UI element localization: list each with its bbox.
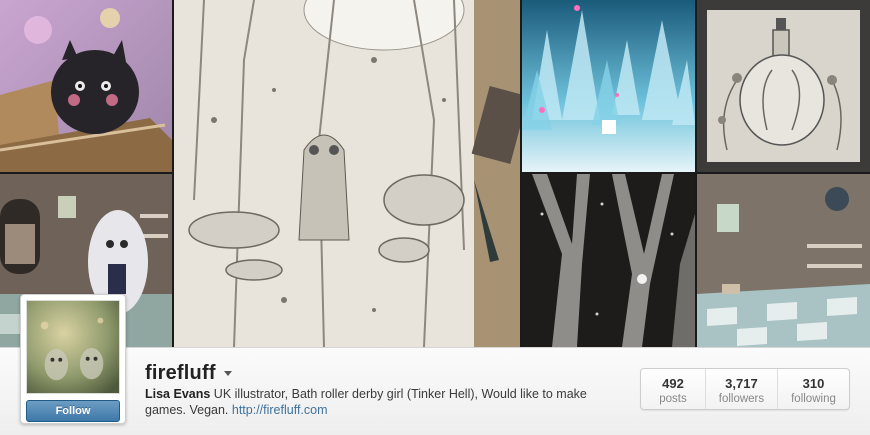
avatar-image xyxy=(27,301,119,393)
website-link[interactable]: http://firefluff.com xyxy=(232,403,328,417)
profile-avatar-card: Follow xyxy=(20,294,126,424)
follow-button[interactable]: Follow xyxy=(26,400,120,422)
profile-bio: Lisa Evans UK illustrator, Bath roller d… xyxy=(145,386,625,418)
avatar[interactable] xyxy=(26,300,120,394)
full-name: Lisa Evans xyxy=(145,387,211,401)
photo-tile-7[interactable] xyxy=(697,174,870,347)
ice-crystal-photo xyxy=(522,0,695,172)
photo-tile-6[interactable] xyxy=(522,174,695,347)
stat-followers[interactable]: 3,717 followers xyxy=(704,369,777,409)
followers-count: 3,717 xyxy=(725,376,758,391)
dark-trees-photo xyxy=(522,174,695,347)
username: firefluff xyxy=(145,362,216,384)
chevron-down-icon[interactable] xyxy=(223,371,232,376)
followers-label: followers xyxy=(718,393,765,405)
bottle-sketch-photo xyxy=(697,0,870,172)
username-row: firefluff xyxy=(145,362,232,385)
posts-count: 492 xyxy=(662,376,684,391)
stat-posts[interactable]: 492 posts xyxy=(641,369,705,409)
photo-tile-1[interactable] xyxy=(0,0,172,172)
following-label: following xyxy=(791,393,836,405)
following-count: 310 xyxy=(802,376,825,391)
pencil-sketch-photo xyxy=(174,0,520,347)
bio-text: UK illustrator, Bath roller derby girl (… xyxy=(145,387,587,417)
photo-tile-5[interactable] xyxy=(697,0,870,172)
photo-mosaic xyxy=(0,0,870,347)
posts-label: posts xyxy=(659,393,687,405)
photo-tile-4[interactable] xyxy=(522,0,695,172)
stat-following[interactable]: 310 following xyxy=(776,369,849,409)
photo-tile-3[interactable] xyxy=(174,0,520,347)
tiled-room-photo xyxy=(697,174,870,347)
black-fluffy-creature-photo xyxy=(0,0,172,172)
profile-stats: 492 posts 3,717 followers 310 following xyxy=(640,368,850,410)
